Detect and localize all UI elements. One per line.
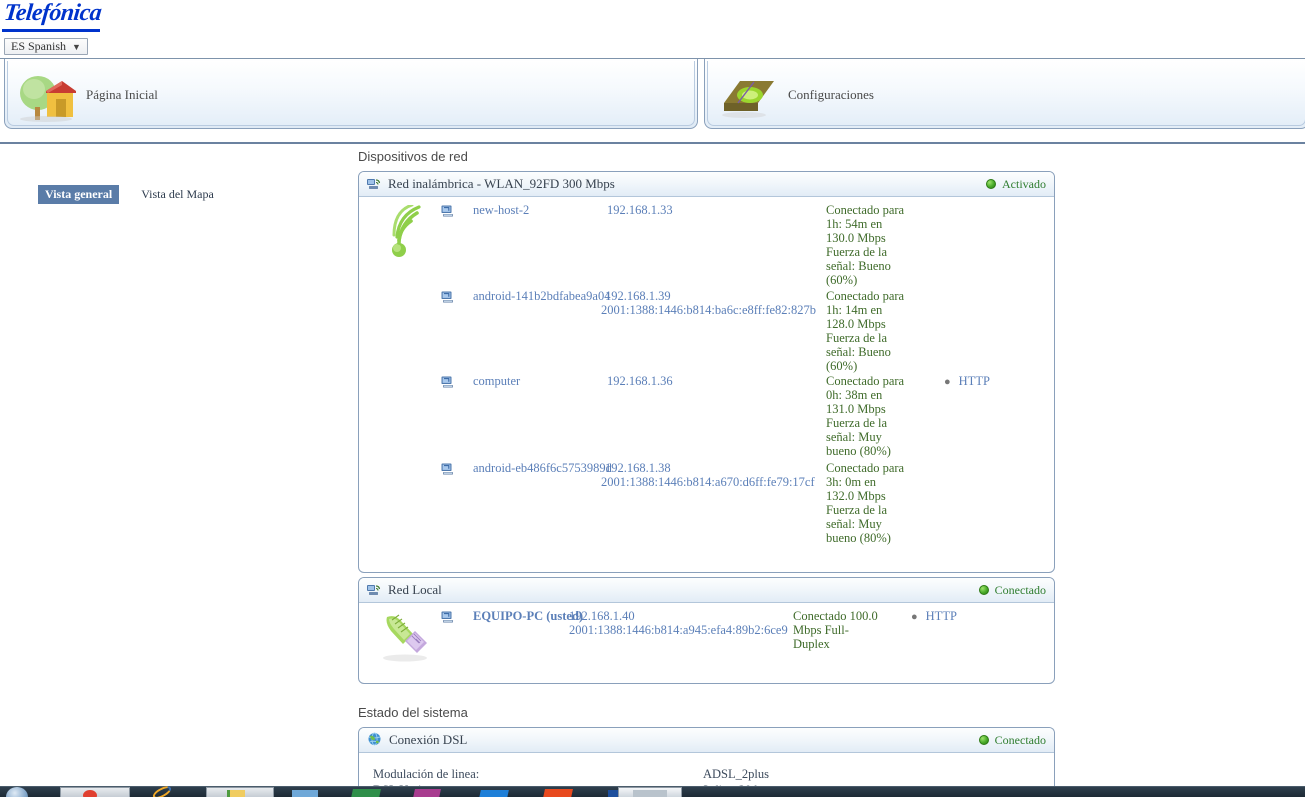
device-ip: 192.168.1.38 2001:1388:1446:b814:a670:d6… [601, 461, 815, 489]
link-http[interactable]: HTTP [926, 609, 957, 623]
device-ip: 192.168.1.40 2001:1388:1446:b814:a945:ef… [569, 609, 788, 637]
computer-icon [441, 205, 453, 217]
network-small-icon [367, 584, 381, 595]
nav-tab-home-label: Página Inicial [86, 87, 158, 102]
ethernet-cable-icon [383, 614, 427, 662]
device-name[interactable]: computer [473, 374, 520, 389]
panel-local-status-label: Conectado [994, 582, 1046, 597]
network-small-icon [367, 178, 381, 189]
computer-icon [441, 611, 453, 623]
house-icon [20, 76, 76, 122]
panel-local-title: Red Local [388, 582, 442, 597]
device-links: ● HTTP [944, 374, 990, 389]
panel-dsl-status: Conectado [978, 728, 1046, 752]
panel-local-body: EQUIPO-PC (usted) 192.168.1.40 2001:1388… [359, 603, 1054, 683]
panel-wireless-title: Red inalámbrica - WLAN_92FD 300 Mbps [388, 176, 615, 191]
tab-vista-del-mapa[interactable]: Vista del Mapa [133, 185, 222, 204]
section-title-devices: Dispositivos de red [358, 149, 468, 164]
panel-local-status: Conectado [978, 578, 1046, 602]
nav-tab-home[interactable]: Página Inicial [4, 59, 698, 129]
device-links: ● HTTP [911, 609, 957, 624]
device-name[interactable]: android-eb486f6c5753989d [473, 461, 612, 476]
brand-logo: Telefónica [0, 0, 110, 32]
device-ipv6: 2001:1388:1446:b814:a945:efa4:89b2:6ce9 [569, 623, 788, 637]
device-status: Conectado 100.0 Mbps Full-Duplex [793, 609, 878, 651]
taskbar-app-icon-green[interactable] [342, 787, 402, 797]
device-ip: 192.168.1.39 2001:1388:1446:b814:ba6c:e8… [601, 289, 816, 317]
taskbar-start-orb[interactable] [2, 787, 54, 797]
language-selector[interactable]: ES Spanish ▼ [4, 38, 88, 55]
nav-tab-settings[interactable]: Configuraciones [704, 59, 1305, 129]
device-ipv4: 192.168.1.38 [605, 461, 671, 475]
taskbar-app-icon-blue[interactable] [470, 787, 530, 797]
folder-icon [722, 81, 774, 118]
device-ip: 192.168.1.33 [607, 203, 673, 217]
taskbar-app-icon-magenta[interactable] [406, 787, 466, 797]
computer-icon [441, 291, 453, 303]
panel-wireless-status-label: Activado [1002, 176, 1046, 191]
panel-wireless-network: Red inalámbrica - WLAN_92FD 300 Mbps Act… [358, 171, 1055, 573]
device-status: Conectado para 1h: 14m en 128.0 Mbps Fue… [826, 289, 905, 373]
nav-tab-settings-label: Configuraciones [788, 87, 874, 102]
panel-dsl-title: Conexión DSL [389, 732, 468, 747]
device-ip: 192.168.1.36 [607, 374, 673, 388]
panel-dsl-status-label: Conectado [994, 732, 1046, 747]
logo-underline [2, 29, 100, 32]
device-ipv4: 192.168.1.40 [569, 609, 635, 623]
panel-wireless-header: Red inalámbrica - WLAN_92FD 300 Mbps Act… [359, 172, 1054, 197]
globe-icon [368, 732, 381, 746]
logo-text: Telefónica [2, 0, 103, 26]
device-ipv6: 2001:1388:1446:b814:ba6c:e8ff:fe82:827b [601, 303, 817, 317]
device-name[interactable]: EQUIPO-PC (usted) [473, 609, 583, 624]
dsl-label-modulation: Modulación de linea: [373, 767, 480, 781]
device-ipv4: 192.168.1.36 [607, 374, 673, 388]
panel-dsl-header: Conexión DSL Conectado [359, 728, 1054, 753]
dsl-value-modulation: ADSL_2plus [703, 767, 769, 781]
taskbar-firefox-icon[interactable] [134, 783, 202, 797]
device-ipv4: 192.168.1.33 [607, 203, 673, 217]
device-ipv4: 192.168.1.39 [605, 289, 671, 303]
device-status: Conectado para 3h: 0m en 132.0 Mbps Fuer… [826, 461, 905, 545]
section-title-system: Estado del sistema [358, 705, 468, 720]
computer-icon [441, 376, 453, 388]
sub-tab-bar: Vista general Vista del Mapa [4, 184, 222, 204]
language-selector-value: ES Spanish [11, 39, 67, 53]
panel-wireless-status: Activado [986, 172, 1046, 196]
taskbar-browser-window[interactable] [60, 787, 130, 797]
taskbar-app-icon-lightblue[interactable] [278, 787, 338, 797]
status-dot-icon [978, 735, 989, 745]
device-name[interactable]: android-141b2bdfabea9a04 [473, 289, 610, 304]
bullet-icon: ● [911, 611, 918, 623]
nav-tab-settings-inner: Configuraciones [707, 61, 1305, 126]
panel-local-network: Red Local Conectado EQUIPO-PC (usted) 19… [358, 577, 1055, 684]
taskbar-window-thumbnail[interactable] [618, 787, 682, 797]
status-dot-icon [978, 585, 989, 595]
computer-icon [441, 463, 453, 475]
wifi-signal-icon [392, 205, 421, 257]
panel-wireless-body: new-host-2 192.168.1.33 Conectado para 1… [359, 197, 1054, 572]
taskbar-explorer-window[interactable] [206, 787, 274, 797]
taskbar [0, 783, 1305, 797]
taskbar-app-icon-orange[interactable] [534, 787, 594, 797]
tab-vista-general[interactable]: Vista general [38, 184, 120, 204]
device-status: Conectado para 1h: 54m en 130.0 Mbps Fue… [826, 203, 905, 287]
device-ipv6: 2001:1388:1446:b814:a670:d6ff:fe79:17cf [601, 475, 815, 489]
nav-tab-home-inner: Página Inicial [7, 61, 695, 126]
status-dot-icon [986, 179, 996, 189]
top-navigation-bar: Página Inicial Configuraciones Vista gen… [0, 58, 1305, 204]
device-status: Conectado para 0h: 38m en 131.0 Mbps Fue… [826, 374, 905, 458]
chevron-down-icon: ▼ [72, 41, 81, 52]
bullet-icon: ● [944, 376, 951, 388]
panel-local-header: Red Local Conectado [359, 578, 1054, 603]
link-http[interactable]: HTTP [959, 374, 990, 388]
device-name[interactable]: new-host-2 [473, 203, 529, 218]
